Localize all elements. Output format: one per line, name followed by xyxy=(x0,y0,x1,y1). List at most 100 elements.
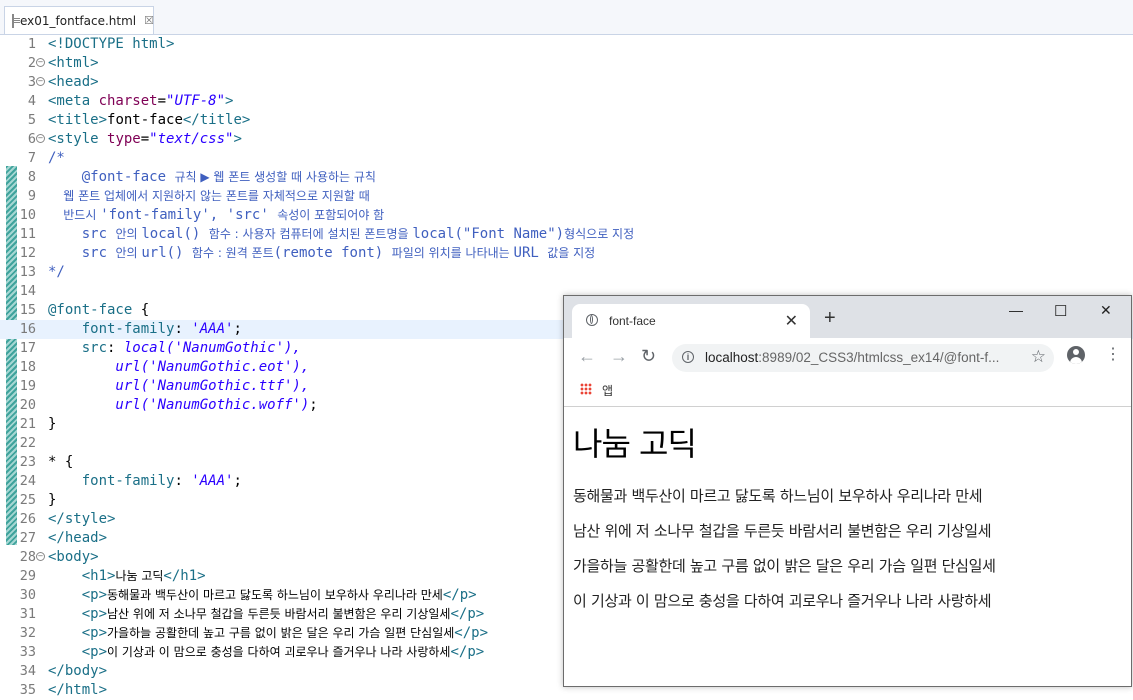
code-text: <style xyxy=(48,131,108,147)
forward-button[interactable]: → xyxy=(610,346,628,367)
line-number: 15 xyxy=(19,302,36,318)
line-number: 13 xyxy=(19,264,36,280)
url-path: :8989/02_CSS3/htmlcss_ex14/@font-f... xyxy=(758,350,1000,365)
code-text: font-family xyxy=(48,321,175,337)
code-text: 'AAA' xyxy=(191,321,234,337)
apps-bookmark[interactable]: 앱 xyxy=(602,382,613,399)
code-text: </body> xyxy=(48,663,108,679)
code-text: @font-face xyxy=(48,169,175,185)
code-text: * { xyxy=(48,454,74,470)
code-text: local('NanumGothic'), xyxy=(123,340,301,356)
line-number: 14 xyxy=(19,283,36,299)
paragraph-3: 가을하늘 공활한데 높고 구름 없이 밝은 달은 우리 가슴 일편 단심일세 xyxy=(573,557,996,575)
editor-tab[interactable]: ex01_fontface.html ☒ xyxy=(4,6,154,34)
back-button[interactable]: ← xyxy=(578,346,596,367)
reload-button[interactable]: ↻ xyxy=(641,346,656,367)
code-text: <p> xyxy=(48,625,108,641)
line-number: 27 xyxy=(19,530,36,546)
paragraph-1: 동해물과 백두산이 마르고 닳도록 하느님이 보우하사 우리나라 만세 xyxy=(573,487,983,505)
code-text: "UTF-8" xyxy=(166,93,226,109)
code-text: 규칙 ▶ 웹 폰트 생성할 때 사용하는 규칙 xyxy=(174,170,376,184)
code-line: 4 <meta charset="UTF-8"> xyxy=(0,92,1133,111)
code-text: <p> xyxy=(48,606,108,622)
line-number: 9 xyxy=(27,188,36,204)
browser-tab-title: font-face xyxy=(609,314,656,328)
info-icon[interactable]: i xyxy=(682,351,694,363)
line-number: 10 xyxy=(19,207,36,223)
fold-icon[interactable]: − xyxy=(36,134,45,143)
line-number: 7 xyxy=(27,150,36,166)
line-number: 11 xyxy=(19,226,36,242)
code-text: > xyxy=(225,93,234,109)
code-text: 속성이 포함되어야 함 xyxy=(277,208,385,222)
code-text: font-face xyxy=(107,112,183,128)
new-tab-button[interactable]: + xyxy=(824,308,836,328)
line-number: 31 xyxy=(19,606,36,622)
code-text: 값을 지정 xyxy=(547,246,596,260)
code-text: 가을하늘 공활한데 높고 구름 없이 밝은 달은 우리 가슴 일편 단심일세 xyxy=(107,626,455,640)
code-text: = xyxy=(140,131,150,147)
profile-avatar-icon[interactable] xyxy=(1067,346,1085,364)
code-text: 나눔 고딕 xyxy=(115,569,164,583)
line-number: 20 xyxy=(19,397,36,413)
code-text: (remote font) xyxy=(273,245,392,261)
code-text: </h1> xyxy=(163,568,206,584)
line-number: 3 xyxy=(27,74,36,90)
line-number: 19 xyxy=(19,378,36,394)
code-text: </p> xyxy=(442,587,477,603)
code-text: <p> xyxy=(48,644,108,660)
code-line: 10 반드시 'font-family', 'src' 속성이 포함되어야 함 xyxy=(0,206,1133,225)
code-text: } xyxy=(48,416,57,432)
menu-icon[interactable]: ⋮ xyxy=(1105,347,1121,363)
code-text: </p> xyxy=(454,625,489,641)
code-text: 안의 xyxy=(115,227,142,241)
code-text: url() xyxy=(141,245,192,261)
browser-window: font-face ✕ + — ☐ ✕ ← → ↻ i localhost:89… xyxy=(563,295,1132,687)
code-text: <!DOCTYPE html> xyxy=(48,36,175,52)
code-text: { xyxy=(132,302,150,318)
code-text: 파일의 위치를 나타내는 xyxy=(391,246,514,260)
line-number: 8 xyxy=(27,169,36,185)
code-text: 이 기상과 이 맘으로 충성을 다하여 괴로우나 즐거우나 나라 사랑하세 xyxy=(107,645,451,659)
code-text: font-family xyxy=(48,473,175,489)
code-line: 6− <style type="text/css"> xyxy=(0,130,1133,149)
editor-tab-bar: ex01_fontface.html ☒ xyxy=(0,0,1133,35)
code-text: URL xyxy=(513,245,548,261)
code-text: 반드시 xyxy=(48,208,101,222)
bookmark-star-icon[interactable]: ☆ xyxy=(1031,347,1046,367)
minimize-button[interactable]: — xyxy=(1009,302,1023,318)
fold-icon[interactable]: − xyxy=(36,58,45,67)
browser-tab[interactable]: font-face ✕ xyxy=(572,304,810,338)
code-text: "text/css" xyxy=(149,131,234,147)
code-text: charset xyxy=(98,93,158,109)
code-text: </style> xyxy=(48,511,116,527)
code-text: ; xyxy=(309,397,318,413)
fold-icon[interactable]: − xyxy=(36,552,45,561)
fold-icon[interactable]: − xyxy=(36,77,45,86)
close-tab-icon[interactable]: ☒ xyxy=(144,14,154,27)
close-window-button[interactable]: ✕ xyxy=(1100,302,1112,319)
code-line: 12 src 안의 url() 함수 : 원격 폰트(remote font) … xyxy=(0,244,1133,263)
line-number: 23 xyxy=(19,454,36,470)
code-text: 동해물과 백두산이 마르고 닳도록 하느님이 보우하사 우리나라 만세 xyxy=(107,588,443,602)
code-text: /* xyxy=(48,150,65,166)
address-bar[interactable]: i localhost:8989/02_CSS3/htmlcss_ex14/@f… xyxy=(672,344,1054,372)
line-number: 29 xyxy=(19,568,36,584)
code-line: 3− <head> xyxy=(0,73,1133,92)
line-number: 30 xyxy=(19,587,36,603)
line-number: 28 xyxy=(19,549,36,565)
code-text: <body> xyxy=(48,549,99,565)
code-text: src xyxy=(48,245,116,261)
apps-grid-icon[interactable] xyxy=(580,383,592,395)
code-line: 9 웹 폰트 업체에서 지원하지 않는 폰트를 자체적으로 지원할 때 xyxy=(0,187,1133,206)
close-tab-button[interactable]: ✕ xyxy=(785,311,798,331)
line-number: 22 xyxy=(19,435,36,451)
code-text: <html> xyxy=(48,55,99,71)
line-number: 5 xyxy=(27,112,36,128)
maximize-button[interactable]: ☐ xyxy=(1054,302,1067,320)
code-text: 'AAA' xyxy=(191,473,234,489)
code-text: <h1> xyxy=(48,568,116,584)
code-text: 함수 : 사용자 컴퓨터에 설치된 폰트명을 xyxy=(208,227,413,241)
line-number: 17 xyxy=(19,340,36,356)
line-number: 24 xyxy=(19,473,36,489)
